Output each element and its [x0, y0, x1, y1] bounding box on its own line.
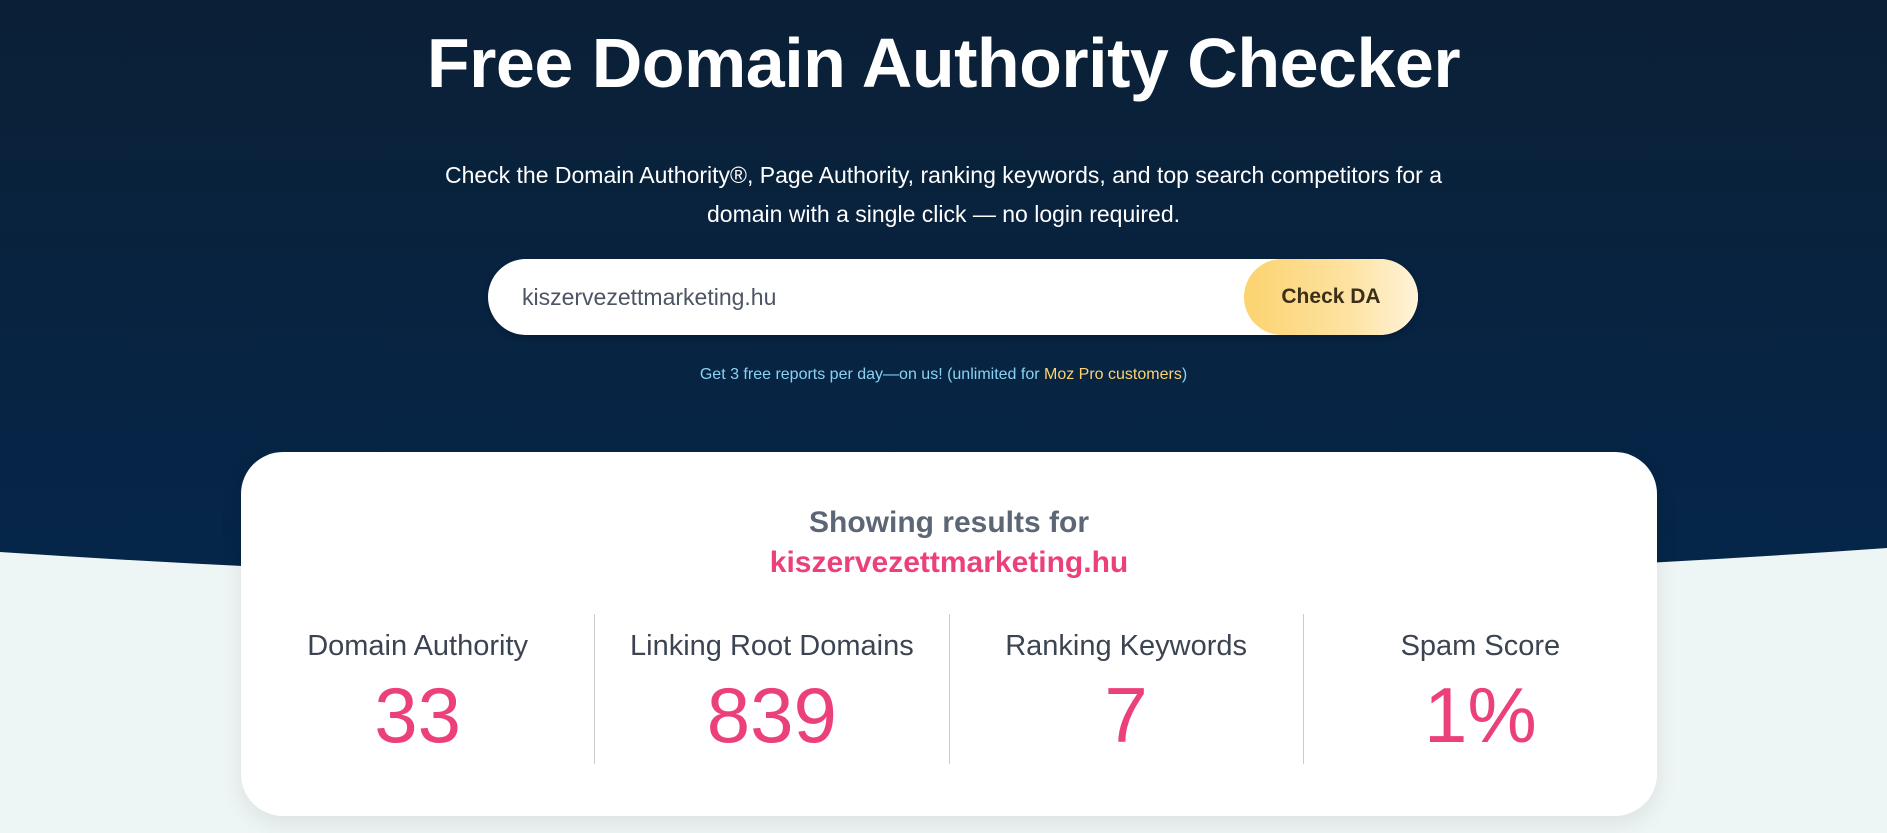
free-reports-note: Get 3 free reports per day—on us! (unlim…	[0, 366, 1887, 384]
hero-section: Free Domain Authority Checker Check the …	[0, 0, 1887, 234]
metric-spam-score: Spam Score 1%	[1302, 614, 1657, 764]
metric-value: 33	[374, 671, 461, 759]
free-note-prefix: Get 3 free reports per day—on us! (unlim…	[699, 366, 1044, 383]
results-card: Showing results for kiszervezettmarketin…	[241, 452, 1657, 816]
page-title: Free Domain Authority Checker	[426, 24, 1461, 102]
metric-value: 1%	[1424, 671, 1537, 759]
page-subtitle: Check the Domain Authority®, Page Author…	[444, 162, 1443, 227]
domain-search-input[interactable]	[488, 260, 1244, 334]
results-domain: kiszervezettmarketing.hu	[769, 546, 1129, 579]
metric-label: Ranking Keywords	[1005, 630, 1248, 662]
metric-ranking-keywords: Ranking Keywords 7	[948, 614, 1303, 764]
metrics-row: Domain Authority 33 Linking Root Domains…	[241, 614, 1657, 764]
domain-search-form: Check DA	[488, 259, 1418, 335]
check-da-button[interactable]: Check DA	[1244, 259, 1418, 335]
metric-label: Domain Authority	[307, 630, 529, 662]
metric-domain-authority: Domain Authority 33	[241, 614, 594, 764]
results-heading: Showing results for	[808, 506, 1090, 539]
metric-label: Linking Root Domains	[630, 630, 914, 662]
moz-pro-customers-link[interactable]: Moz Pro customers	[1044, 366, 1182, 383]
free-note-suffix: )	[1181, 366, 1188, 383]
metric-linking-root-domains: Linking Root Domains 839	[594, 614, 948, 764]
metric-value: 7	[1104, 671, 1148, 759]
metric-label: Spam Score	[1400, 630, 1561, 662]
metric-value: 839	[706, 671, 837, 759]
